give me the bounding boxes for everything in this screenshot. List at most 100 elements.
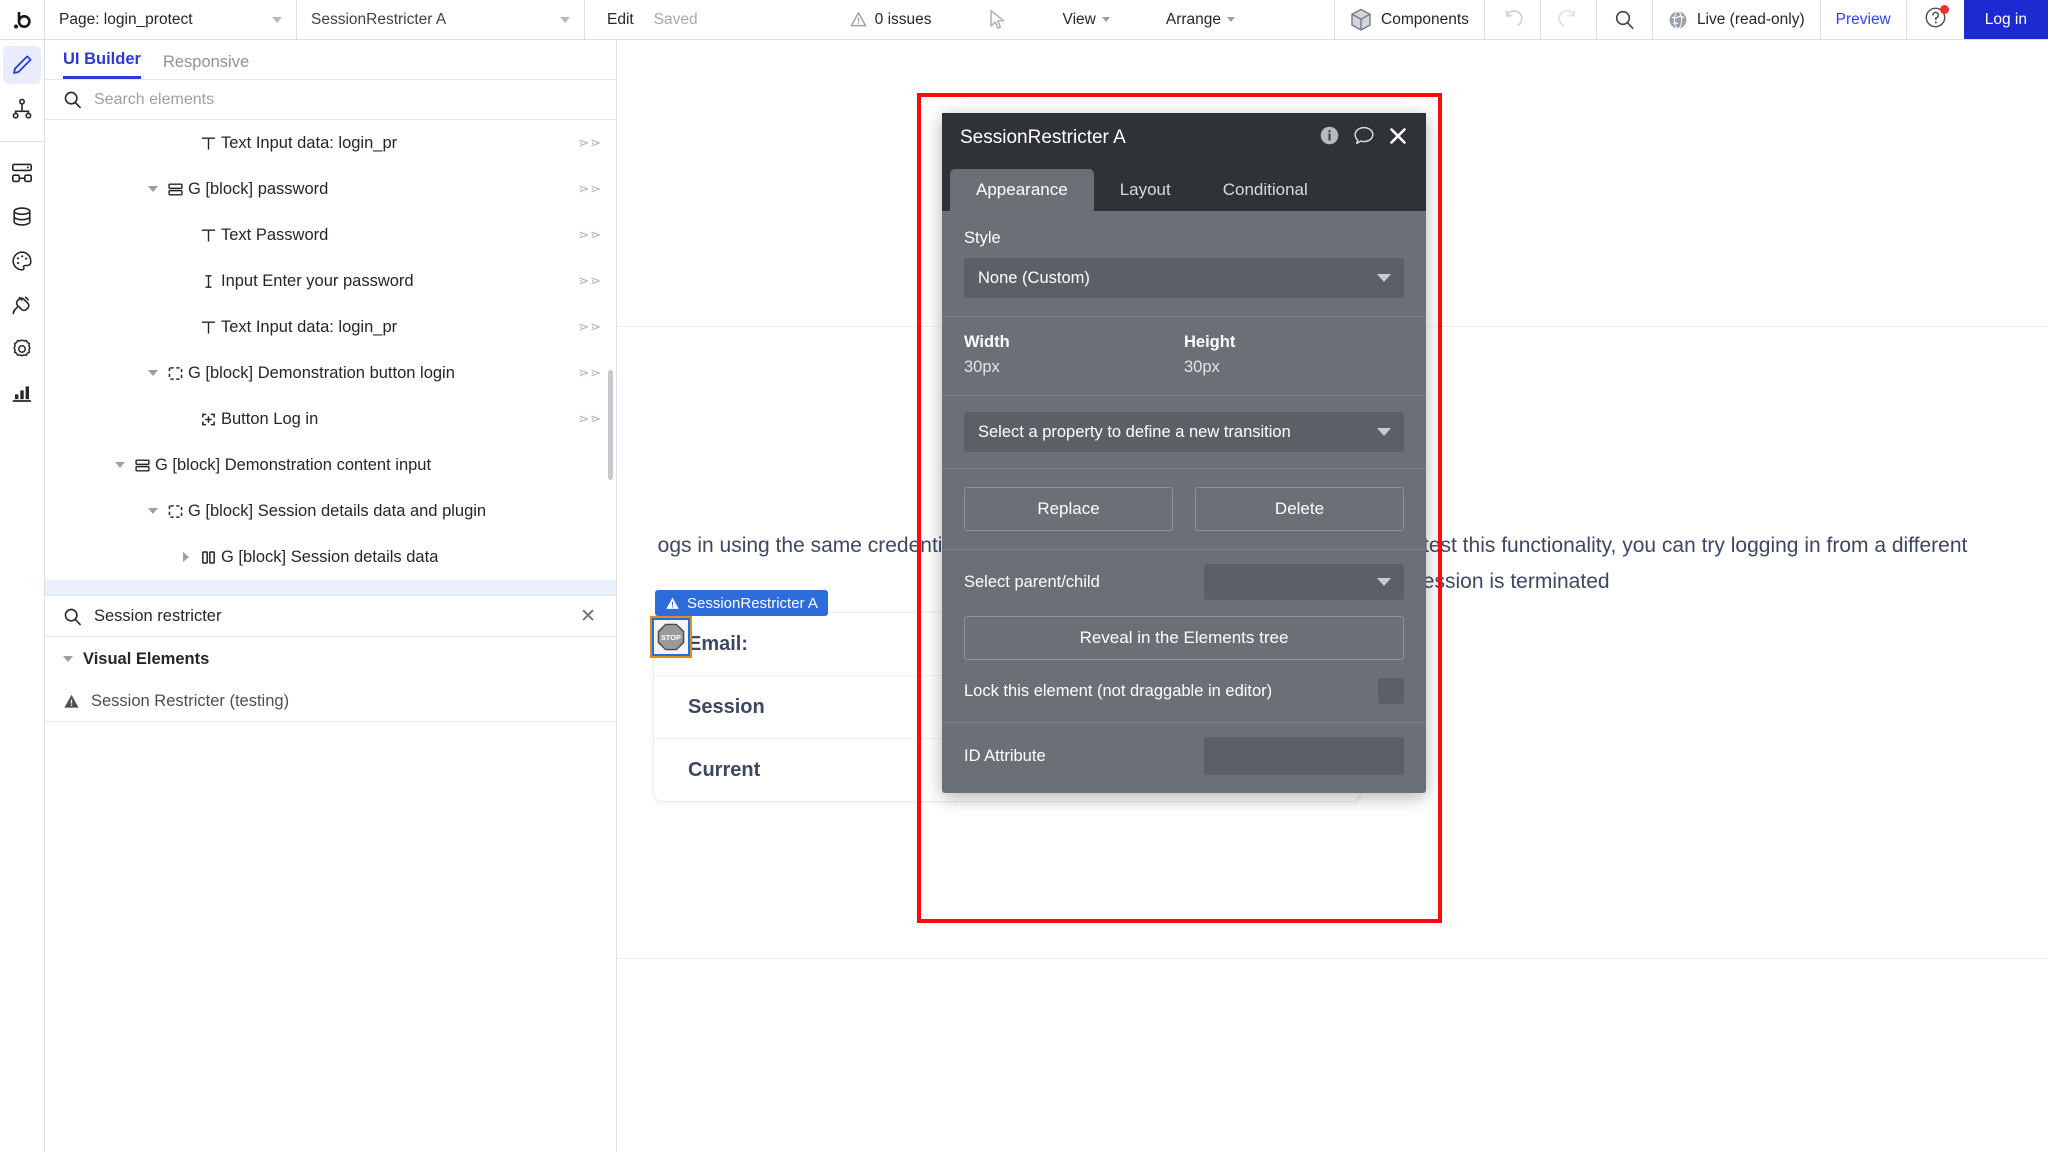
components-button[interactable]: Components bbox=[1334, 0, 1484, 39]
height-label: Height bbox=[1184, 333, 1236, 351]
sidebar-item-design-editor[interactable] bbox=[3, 46, 41, 84]
elements-tree[interactable]: Text Input data: login_pr ⋗⋗ G [block] pas… bbox=[45, 120, 616, 595]
tab-layout[interactable]: Layout bbox=[1094, 169, 1197, 211]
text-icon bbox=[195, 227, 221, 244]
delete-button[interactable]: Delete bbox=[1195, 487, 1404, 531]
tree-row[interactable]: G [block] Demonstration content input bbox=[45, 442, 616, 488]
replace-button[interactable]: Replace bbox=[964, 487, 1173, 531]
selected-element-badge[interactable]: SessionRestricter A bbox=[655, 590, 828, 616]
canvas-section-bottom bbox=[617, 959, 2048, 1152]
drag-handle-icon[interactable]: ⋗⋗ bbox=[578, 181, 602, 197]
redo-button[interactable] bbox=[1539, 0, 1596, 39]
comment-icon[interactable] bbox=[1353, 125, 1375, 151]
tree-row[interactable]: Input Enter your password ⋗⋗ bbox=[45, 258, 616, 304]
chevron-right-icon[interactable] bbox=[177, 552, 195, 562]
drag-handle-icon[interactable]: ⋗⋗ bbox=[578, 319, 602, 335]
chevron-down-icon[interactable] bbox=[111, 462, 129, 468]
transition-dropdown[interactable]: Select a property to define a new transi… bbox=[964, 412, 1404, 452]
tree-row-label: G [block] Session details data and plugi… bbox=[188, 501, 487, 520]
undo-icon bbox=[1506, 10, 1523, 27]
select-parent-child-dropdown[interactable] bbox=[1204, 564, 1404, 600]
drag-handle-icon[interactable]: ⋗⋗ bbox=[578, 273, 602, 289]
sidebar-item-plugins[interactable] bbox=[3, 286, 41, 324]
page-selector[interactable]: Page: login_protect bbox=[45, 0, 297, 39]
log-in-button[interactable]: Log in bbox=[1963, 0, 2048, 39]
bar-chart-icon bbox=[12, 386, 32, 402]
session-restricter-element[interactable]: STOP bbox=[652, 618, 690, 656]
tree-scrollbar[interactable] bbox=[608, 370, 613, 480]
issues-indicator[interactable]: 0 issues bbox=[850, 11, 932, 29]
sidebar-item-settings[interactable] bbox=[3, 330, 41, 368]
warning-icon bbox=[850, 12, 866, 27]
arrange-menu[interactable]: Arrange bbox=[1165, 10, 1236, 29]
drag-handle-icon[interactable]: ⋗⋗ bbox=[578, 365, 602, 381]
tree-row[interactable]: Button Log in ⋗⋗ bbox=[45, 396, 616, 442]
sidebar-item-element-tree[interactable] bbox=[3, 90, 41, 128]
page-selector-label: Page: login_protect bbox=[59, 10, 193, 28]
tab-ui-builder[interactable]: UI Builder bbox=[63, 50, 141, 79]
property-editor-panel[interactable]: SessionRestricter A Appearance Layout Co… bbox=[942, 113, 1426, 793]
sidebar-item-workflow[interactable] bbox=[3, 154, 41, 192]
info-icon[interactable] bbox=[1319, 125, 1340, 151]
tree-row[interactable]: G [block] password ⋗⋗ bbox=[45, 166, 616, 212]
drag-handle-icon[interactable]: ⋗⋗ bbox=[578, 411, 602, 427]
tab-conditional[interactable]: Conditional bbox=[1197, 169, 1334, 211]
left-icon-rail bbox=[0, 40, 45, 1152]
tab-appearance[interactable]: Appearance bbox=[950, 169, 1094, 211]
gear-icon bbox=[13, 339, 31, 357]
tree-row[interactable]: G [block] Session details data bbox=[45, 534, 616, 580]
transition-dropdown-value: Select a property to define a new transi… bbox=[978, 422, 1291, 441]
tree-row[interactable]: Text Input data: login_pr ⋗⋗ bbox=[45, 304, 616, 350]
tree-row[interactable]: Text Password ⋗⋗ bbox=[45, 212, 616, 258]
search-icon bbox=[1615, 10, 1634, 29]
close-icon[interactable]: ✕ bbox=[580, 607, 596, 626]
group-visual-elements-label: Visual Elements bbox=[83, 649, 210, 668]
tree-row-label: Text Input data: login_pr bbox=[221, 133, 398, 152]
sidebar-item-logs[interactable] bbox=[3, 374, 41, 412]
bubble-logo-icon[interactable] bbox=[0, 0, 45, 39]
drag-handle-icon[interactable]: ⋗⋗ bbox=[578, 227, 602, 243]
help-button[interactable] bbox=[1905, 0, 1964, 39]
tree-row[interactable]: SessionRestricter A bbox=[45, 580, 616, 595]
preview-button[interactable]: Preview bbox=[1819, 0, 1906, 39]
style-dropdown[interactable]: None (Custom) bbox=[964, 258, 1404, 298]
id-attribute-input[interactable] bbox=[1204, 737, 1404, 775]
lock-element-checkbox[interactable] bbox=[1378, 678, 1404, 704]
tree-row[interactable]: G [block] Demonstration button login ⋗⋗ bbox=[45, 350, 616, 396]
tab-responsive[interactable]: Responsive bbox=[163, 53, 249, 79]
sidebar-item-data[interactable] bbox=[3, 198, 41, 236]
tree-row[interactable]: Text Input data: login_pr ⋗⋗ bbox=[45, 120, 616, 166]
tree-row-label: Text Input data: login_pr bbox=[221, 317, 398, 336]
chevron-down-icon[interactable] bbox=[144, 186, 162, 192]
element-selector[interactable]: SessionRestricter A bbox=[297, 0, 585, 39]
height-field[interactable]: Height 30px bbox=[1184, 333, 1404, 377]
view-menu[interactable]: View bbox=[1063, 11, 1110, 29]
saved-status: Saved bbox=[653, 10, 698, 28]
tree-row[interactable]: G [block] Session details data and plugi… bbox=[45, 488, 616, 534]
search-elements-field[interactable]: Search elements bbox=[45, 80, 616, 120]
group-visual-elements[interactable]: Visual Elements bbox=[45, 637, 616, 681]
tree-row-label: G [block] Demonstration content input bbox=[155, 455, 432, 474]
element-library-search[interactable]: Session restricter ✕ bbox=[45, 595, 616, 637]
edit-mode-label[interactable]: Edit bbox=[607, 11, 634, 29]
chevron-down-icon[interactable] bbox=[144, 508, 162, 514]
reveal-in-elements-tree-button[interactable]: Reveal in the Elements tree bbox=[964, 616, 1404, 660]
width-field[interactable]: Width 30px bbox=[964, 333, 1184, 377]
live-version-selector[interactable]: Live (read-only) bbox=[1651, 0, 1820, 39]
arrange-menu-label: Arrange bbox=[1165, 10, 1222, 28]
cursor-tool-icon[interactable] bbox=[988, 9, 1007, 30]
live-version-label: Live (read-only) bbox=[1696, 10, 1805, 28]
chevron-down-icon[interactable] bbox=[144, 370, 162, 376]
drag-handle-icon[interactable]: ⋗⋗ bbox=[578, 135, 602, 151]
chevron-down-icon bbox=[1377, 274, 1391, 282]
pencil-icon bbox=[13, 55, 32, 74]
cube-icon bbox=[1351, 8, 1371, 31]
warning-icon bbox=[64, 694, 79, 708]
button-icon bbox=[195, 411, 221, 428]
search-button[interactable] bbox=[1595, 0, 1652, 39]
close-icon[interactable] bbox=[1388, 126, 1408, 151]
list-item[interactable]: Session Restricter (testing) bbox=[45, 681, 616, 721]
text-icon bbox=[195, 319, 221, 336]
undo-button[interactable] bbox=[1483, 0, 1540, 39]
sidebar-item-styles[interactable] bbox=[3, 242, 41, 280]
